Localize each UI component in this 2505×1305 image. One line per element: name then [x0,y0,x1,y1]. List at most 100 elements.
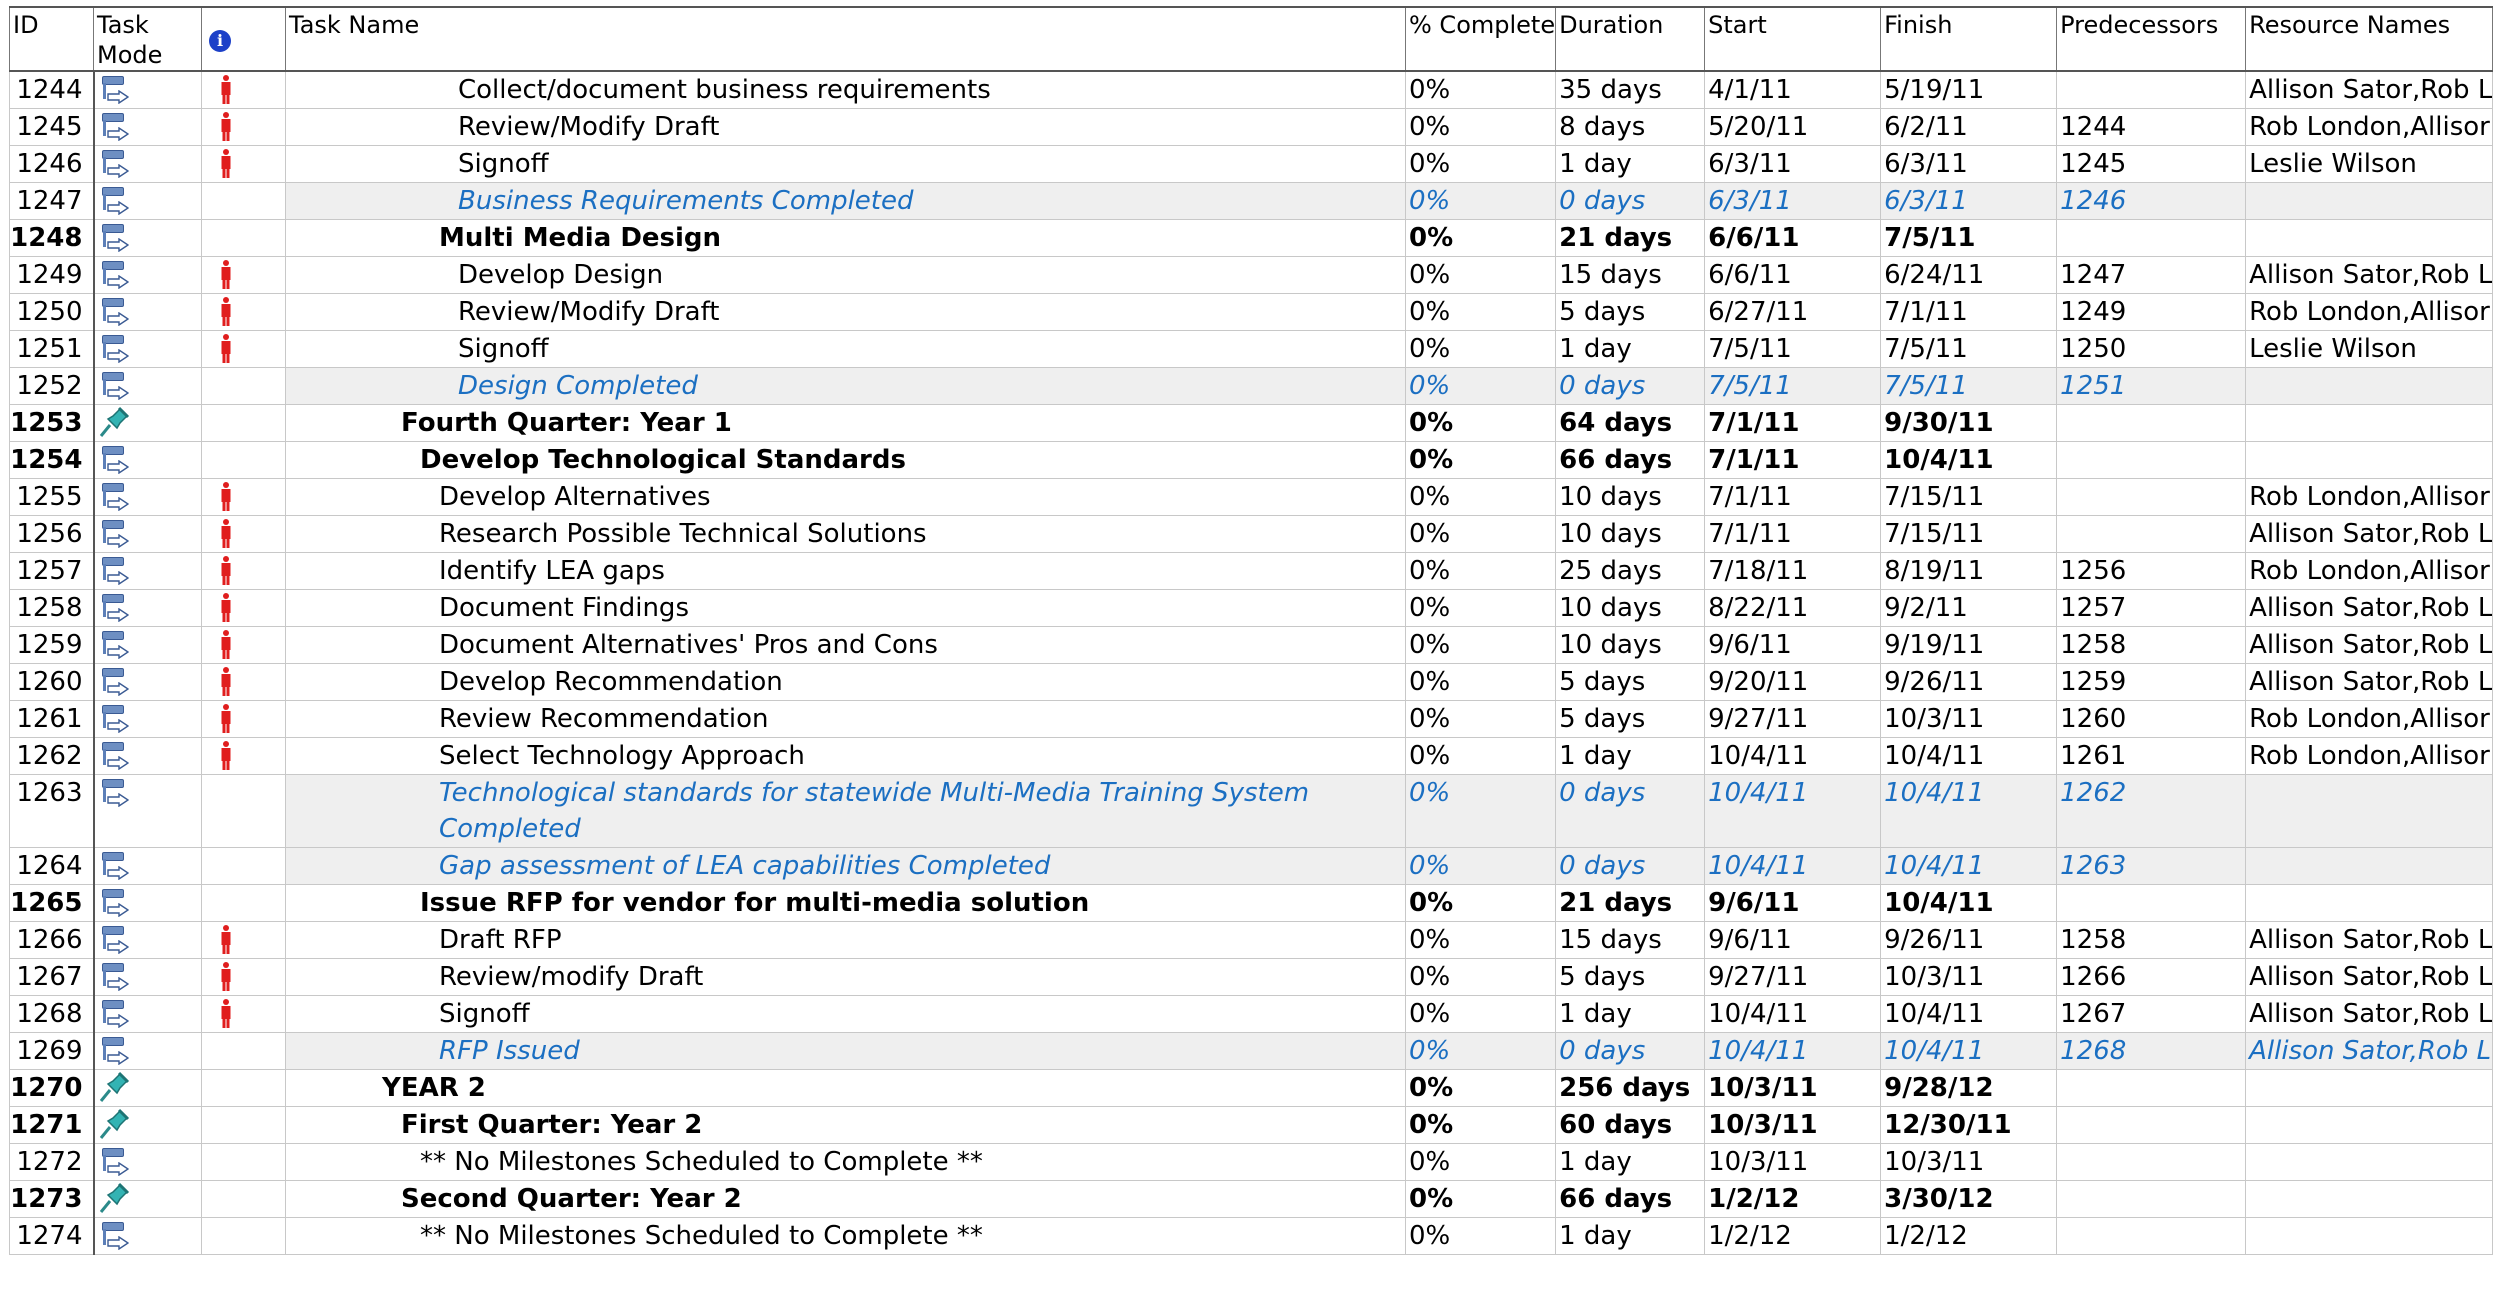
resource-names-cell[interactable] [2245,182,2494,220]
table-row[interactable]: 1268 Signoff 0% 1 day 10/4/11 10/4/11 1267 Alli… [9,995,2494,1033]
resource-names-cell[interactable]: Leslie Wilson [2245,330,2494,368]
start-cell[interactable]: 10/4/11 [1704,995,1882,1033]
table-row[interactable]: 1244 Collect/document business requiremen… [9,70,2494,109]
finish-cell[interactable]: 10/4/11 [1880,1032,2058,1070]
table-row[interactable]: 1254 Develop Technological Standards 0% 66 … [9,441,2494,479]
start-cell[interactable]: 8/22/11 [1704,589,1882,627]
predecessors-cell[interactable]: 1258 [2056,626,2247,664]
row-id[interactable]: 1251 [9,330,95,368]
resource-names-cell[interactable] [2245,404,2494,442]
task-name-cell[interactable]: Research Possible Technical Solutions [285,515,1406,553]
table-row[interactable]: 1247 Business Requirements Completed 0% 0 d… [9,182,2494,220]
finish-cell[interactable]: 6/24/11 [1880,256,2058,294]
table-row[interactable]: 1273 Second Quarter: Year 2 0% 66 days 1/2/1… [9,1180,2494,1218]
task-mode-cell[interactable] [93,884,202,922]
task-name-cell[interactable]: ** No Milestones Scheduled to Complete *… [285,1217,1406,1255]
table-row[interactable]: 1251 Signoff 0% 1 day 7/5/11 7/5/11 1250 Leslie… [9,330,2494,368]
start-cell[interactable]: 10/3/11 [1704,1106,1882,1144]
row-id[interactable]: 1261 [9,700,95,738]
row-id[interactable]: 1257 [9,552,95,590]
task-name-cell[interactable]: Signoff [285,145,1406,183]
percent-complete-cell[interactable]: 0% [1404,737,1557,775]
percent-complete-cell[interactable]: 0% [1404,663,1557,701]
task-mode-cell[interactable] [93,441,202,479]
row-id[interactable]: 1256 [9,515,95,553]
finish-cell[interactable]: 7/5/11 [1880,219,2058,257]
predecessors-cell[interactable]: 1259 [2056,663,2247,701]
start-cell[interactable]: 10/3/11 [1704,1069,1882,1107]
table-row[interactable]: 1263 Technological standards for statewid… [9,774,2494,848]
start-cell[interactable]: 9/27/11 [1704,700,1882,738]
task-name-cell[interactable]: Technological standards for statewide Mu… [285,774,1406,848]
task-name-cell[interactable]: Select Technology Approach [285,737,1406,775]
table-row[interactable]: 1249 Develop Design 0% 15 days 6/6/11 6/24/11… [9,256,2494,294]
resource-names-cell[interactable]: Allison Sator,Rob L [2245,958,2494,996]
task-name-cell[interactable]: First Quarter: Year 2 [285,1106,1406,1144]
resource-names-cell[interactable] [2245,774,2494,848]
row-id[interactable]: 1248 [9,219,95,257]
finish-cell[interactable]: 10/3/11 [1880,958,2058,996]
resource-names-cell[interactable]: Allison Sator,Rob L [2245,515,2494,553]
task-mode-cell[interactable] [93,737,202,775]
percent-complete-cell[interactable]: 0% [1404,774,1557,848]
table-row[interactable]: 1260 Develop Recommendation 0% 5 days 9/20/1… [9,663,2494,701]
percent-complete-cell[interactable]: 0% [1404,1180,1557,1218]
row-id[interactable]: 1274 [9,1217,95,1255]
task-mode-cell[interactable] [93,921,202,959]
task-name-cell[interactable]: Review/modify Draft [285,958,1406,996]
duration-cell[interactable]: 15 days [1555,256,1706,294]
finish-cell[interactable]: 10/4/11 [1880,441,2058,479]
percent-complete-cell[interactable]: 0% [1404,847,1557,885]
finish-cell[interactable]: 10/3/11 [1880,1143,2058,1181]
row-id[interactable]: 1249 [9,256,95,294]
start-cell[interactable]: 7/18/11 [1704,552,1882,590]
finish-cell[interactable]: 6/3/11 [1880,145,2058,183]
finish-cell[interactable]: 9/26/11 [1880,921,2058,959]
task-mode-cell[interactable] [93,1106,202,1144]
duration-cell[interactable]: 1 day [1555,1217,1706,1255]
percent-complete-cell[interactable]: 0% [1404,330,1557,368]
finish-cell[interactable]: 7/15/11 [1880,478,2058,516]
row-id[interactable]: 1262 [9,737,95,775]
task-mode-cell[interactable] [93,367,202,405]
table-row[interactable]: 1258 Document Findings 0% 10 days 8/22/11 9/2… [9,589,2494,627]
resource-names-cell[interactable]: Allison Sator,Rob L [2245,995,2494,1033]
row-id[interactable]: 1264 [9,847,95,885]
task-name-cell[interactable]: Develop Alternatives [285,478,1406,516]
finish-cell[interactable]: 7/1/11 [1880,293,2058,331]
duration-cell[interactable]: 21 days [1555,884,1706,922]
task-name-cell[interactable]: RFP Issued [285,1032,1406,1070]
duration-cell[interactable]: 25 days [1555,552,1706,590]
percent-complete-cell[interactable]: 0% [1404,995,1557,1033]
resource-names-cell[interactable] [2245,441,2494,479]
percent-complete-cell[interactable]: 0% [1404,1106,1557,1144]
task-mode-cell[interactable] [93,995,202,1033]
percent-complete-cell[interactable]: 0% [1404,367,1557,405]
finish-cell[interactable]: 10/4/11 [1880,774,2058,848]
start-cell[interactable]: 7/5/11 [1704,330,1882,368]
finish-cell[interactable]: 12/30/11 [1880,1106,2058,1144]
predecessors-cell[interactable] [2056,1143,2247,1181]
row-id[interactable]: 1253 [9,404,95,442]
task-name-cell[interactable]: Develop Technological Standards [285,441,1406,479]
percent-complete-cell[interactable]: 0% [1404,219,1557,257]
table-row[interactable]: 1253 Fourth Quarter: Year 1 0% 64 days 7/1/1… [9,404,2494,442]
task-name-cell[interactable]: Review/Modify Draft [285,108,1406,146]
finish-cell[interactable]: 9/19/11 [1880,626,2058,664]
table-row[interactable]: 1269 RFP Issued 0% 0 days 10/4/11 10/4/11 1268… [9,1032,2494,1070]
row-id[interactable]: 1271 [9,1106,95,1144]
finish-cell[interactable]: 10/4/11 [1880,884,2058,922]
task-name-cell[interactable]: Draft RFP [285,921,1406,959]
predecessors-cell[interactable]: 1263 [2056,847,2247,885]
duration-cell[interactable]: 64 days [1555,404,1706,442]
row-id[interactable]: 1247 [9,182,95,220]
task-mode-cell[interactable] [93,404,202,442]
start-cell[interactable]: 9/6/11 [1704,626,1882,664]
predecessors-cell[interactable] [2056,70,2247,109]
start-cell[interactable]: 7/5/11 [1704,367,1882,405]
table-row[interactable]: 1248 Multi Media Design 0% 21 days 6/6/11 7/5… [9,219,2494,257]
resource-names-cell[interactable] [2245,1217,2494,1255]
finish-cell[interactable]: 3/30/12 [1880,1180,2058,1218]
finish-cell[interactable]: 7/5/11 [1880,367,2058,405]
start-cell[interactable]: 9/27/11 [1704,958,1882,996]
